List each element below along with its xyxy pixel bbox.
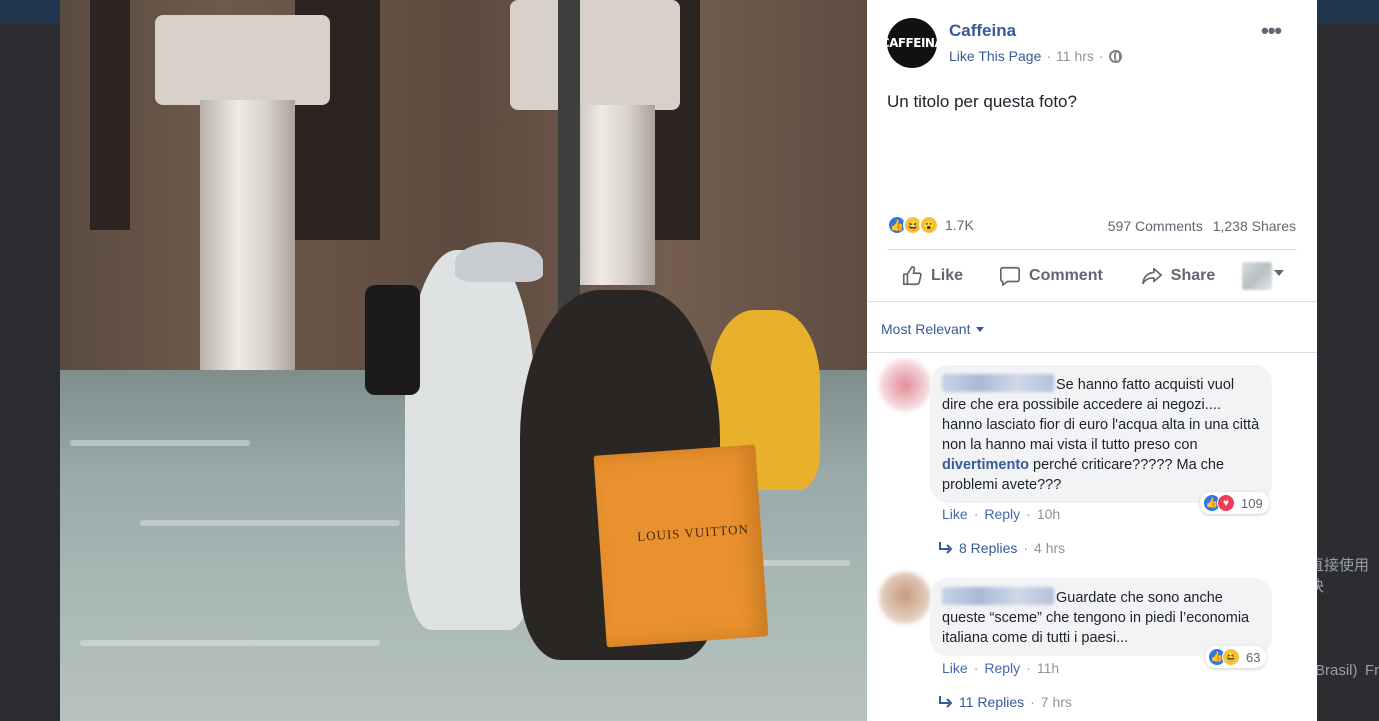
share-icon [1141,267,1162,285]
reactions-summary[interactable]: 👍 😆 😮 1.7K [887,215,974,235]
comment-reaction-count: 109 [1241,495,1263,511]
commenter-name[interactable] [942,374,1054,392]
post-meta: Like This Page · 11 hrs · [949,48,1122,64]
comment-actions: Like · Reply · 10h [942,506,1060,522]
comment-bubble: Se hanno fatto acquisti vuol dire che er… [930,365,1272,503]
edge-text-2: Brasil) [1315,662,1358,679]
replies-count-label: 8 Replies [959,540,1018,556]
divider [867,352,1317,353]
commenter-avatar[interactable] [879,572,931,624]
background-page-edge: 直接使用快 Brasil) Fr [1309,24,1379,721]
dot: · [973,660,979,676]
share-button-label: Share [1170,267,1216,284]
comments-section: Most Relevant Se hanno fatto acquisti vu… [867,301,1317,721]
post-actions: Like Comment Share [887,258,1297,294]
comment-actions: Like · Reply · 11h [942,660,1059,676]
like-icon [902,266,922,286]
love-reaction-icon: ♥ [1217,494,1235,512]
comment-like-link[interactable]: Like [942,660,968,676]
divider [887,249,1297,250]
reply-arrow-icon [939,542,953,554]
meta-dot: · [1098,48,1104,64]
photo-window [90,0,130,230]
wow-reaction-icon: 😮 [919,215,939,235]
dot: · [1023,540,1029,556]
view-replies-link[interactable]: 11 Replies · 7 hrs [937,694,1072,710]
page-avatar[interactable]: CAFFEINA [881,18,944,68]
replies-count-label: 11 Replies [959,694,1025,710]
like-page-link[interactable]: Like This Page [949,48,1041,64]
photo-person-left [405,250,535,630]
comment-button-label: Comment [1029,267,1103,284]
photo-column-capital [510,0,680,110]
comment-reply-link[interactable]: Reply [984,506,1020,522]
photo-wave [70,440,250,446]
photo-column [200,100,295,390]
comment-reactions[interactable]: 👍 😆 63 [1205,646,1267,668]
comment-like-link[interactable]: Like [942,506,968,522]
photo-cap [455,242,543,282]
haha-reaction-icon: 😆 [1222,648,1240,666]
shares-count[interactable]: 1,238 Shares [1213,218,1296,234]
comment-time[interactable]: 10h [1037,506,1060,522]
comment-time[interactable]: 11h [1037,660,1059,676]
reply-arrow-icon [939,696,953,708]
post-text: Un titolo per questa foto? [887,92,1077,111]
sort-caret-icon [976,326,985,332]
photo-bag-text: LOUIS VUITTON [636,521,750,545]
comment-sort-dropdown[interactable]: Most Relevant [881,321,985,337]
page-name-link[interactable]: Caffeina [949,21,1016,41]
share-button[interactable]: Share [1141,265,1215,287]
photo-column-capital [155,15,330,105]
post-time[interactable]: 11 hrs [1056,48,1094,64]
commenter-name[interactable] [942,587,1054,605]
replies-time: 7 hrs [1040,694,1072,710]
viewer-avatar[interactable] [1242,262,1272,290]
photo-wave [80,640,380,646]
commenter-avatar[interactable] [879,359,931,411]
post-photo[interactable]: LOUIS VUITTON [60,0,867,721]
dot: · [1026,660,1031,676]
like-button[interactable]: Like [901,265,963,287]
comment-button[interactable]: Comment [999,265,1103,287]
comment-reaction-count: 63 [1246,649,1261,665]
engagement-counts: 597 Comments 1,238 Shares [1108,218,1296,234]
view-replies-link[interactable]: 8 Replies · 4 hrs [937,540,1065,556]
globe-icon [1108,49,1122,63]
caret-down-icon[interactable] [1274,270,1284,276]
photo-wave [140,520,400,526]
comment-link[interactable]: divertimento [942,457,1029,473]
post-panel: CAFFEINA Caffeina Like This Page · 11 hr… [867,0,1317,721]
more-icon[interactable]: ••• [1261,18,1282,44]
comment-bubble: Guardate che sono anche queste “sceme” c… [930,578,1272,656]
photo-shopping-bag: LOUIS VUITTON [593,444,769,648]
sort-label: Most Relevant [881,321,971,337]
photo-lamp-pole [558,0,580,330]
comment-icon [1000,266,1021,286]
edge-text-3: Fr [1365,662,1379,679]
photo-boots [365,285,420,395]
replies-time: 4 hrs [1034,540,1066,556]
comment-reply-link[interactable]: Reply [984,660,1020,676]
reactions-count[interactable]: 1.7K [945,217,974,233]
like-button-label: Like [931,267,964,284]
edge-text-1: 直接使用快 [1309,557,1370,595]
dot: · [973,506,979,522]
dot: · [1026,506,1031,522]
comments-count[interactable]: 597 Comments [1108,218,1203,234]
meta-dot: · [1046,48,1052,64]
dot: · [1030,694,1035,710]
comment-reactions[interactable]: 👍 ♥ 109 [1200,492,1269,514]
